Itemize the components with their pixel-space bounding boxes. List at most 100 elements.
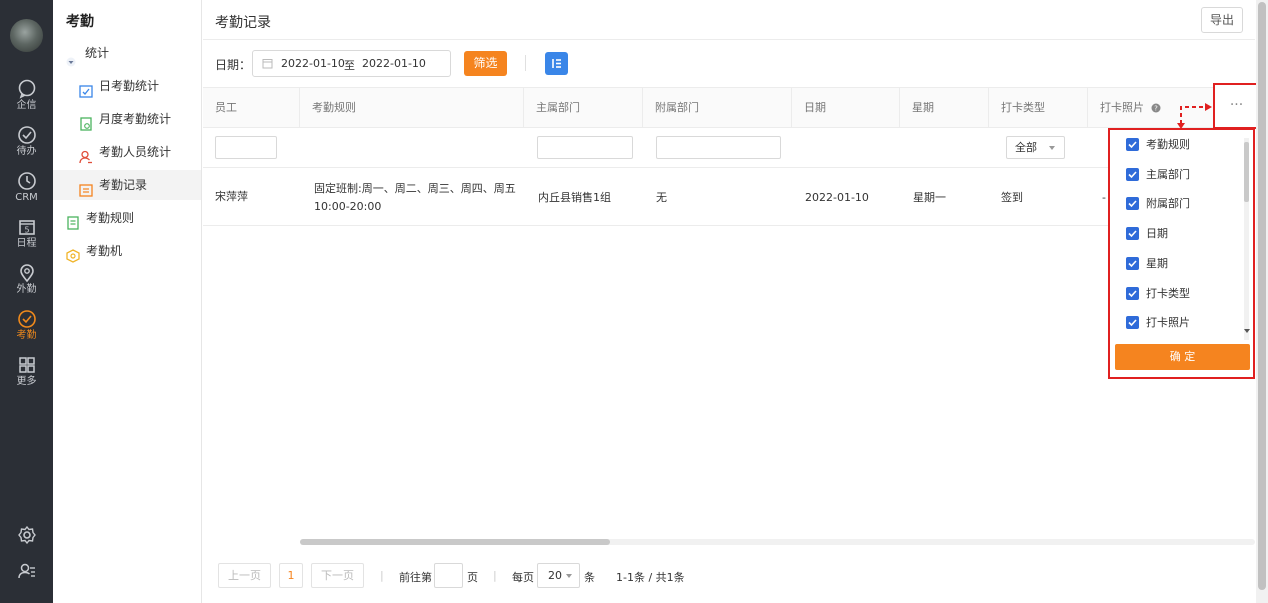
select-value: 20 — [548, 569, 562, 582]
svg-text:5: 5 — [24, 226, 29, 235]
rail-item-qixin[interactable]: 企信 — [0, 79, 53, 125]
menu-item-rules[interactable]: 考勤规则 — [53, 203, 201, 233]
main-dept-filter-input[interactable] — [537, 136, 633, 159]
user-settings-button[interactable] — [0, 561, 53, 585]
cell-date: 2022-01-10 — [805, 191, 869, 204]
rail-item-todo[interactable]: 待办 — [0, 125, 53, 171]
sub-dept-filter-input[interactable] — [656, 136, 781, 159]
checkbox-checked-icon[interactable] — [1126, 316, 1139, 329]
menu-item-machine[interactable]: 考勤机 — [53, 236, 201, 266]
page-scrollbar[interactable] — [1256, 0, 1268, 603]
column-header: 星期 — [900, 88, 989, 128]
day-stats-icon — [79, 79, 93, 98]
list-ordered-icon — [552, 59, 561, 68]
export-button[interactable]: 导出 — [1201, 7, 1243, 33]
column-option-label: 星期 — [1146, 257, 1168, 270]
date-end[interactable]: 2022-01-10 — [362, 57, 426, 70]
clock-icon — [17, 172, 36, 190]
menu-item-label: 日考勤统计 — [99, 79, 160, 93]
column-header: 打卡类型 — [989, 88, 1088, 128]
menu-title: 考勤 — [66, 14, 94, 30]
popup-scrollbar[interactable] — [1244, 138, 1249, 340]
menu-group-stats[interactable]: 统计 — [53, 38, 201, 68]
filter-button[interactable]: 筛选 — [464, 51, 507, 76]
goto-suffix: 页 — [467, 571, 478, 584]
menu-item-label: 考勤规则 — [86, 211, 135, 225]
divider — [203, 39, 1255, 40]
annotation-arrow — [1177, 103, 1212, 129]
confirm-button[interactable]: 确 定 — [1115, 344, 1250, 370]
prev-page-button[interactable]: 上一页 — [218, 563, 271, 588]
column-header: 员工 — [203, 88, 300, 128]
cell-punch-type: 签到 — [1001, 191, 1023, 204]
filter-row: 全部 — [203, 128, 1255, 168]
menu-item-person-stats[interactable]: 考勤人员统计 — [53, 137, 201, 167]
punch-type-filter-select[interactable]: 全部 — [1006, 136, 1065, 159]
next-page-button[interactable]: 下一页 — [311, 563, 364, 588]
rail-label: 考勤 — [16, 330, 37, 341]
checkbox-checked-icon[interactable] — [1126, 257, 1139, 270]
app-rail: 企信 待办 CRM 5 日程 外勤 考勤 更多 — [0, 0, 53, 603]
divider — [525, 55, 526, 71]
divider: | — [380, 569, 384, 582]
rules-icon — [66, 211, 80, 230]
per-page-select[interactable]: 20 — [537, 563, 580, 588]
attendance-icon — [17, 310, 36, 328]
date-start[interactable]: 2022-01-10 — [281, 57, 345, 70]
machine-icon — [66, 244, 80, 263]
horizontal-scrollbar[interactable] — [300, 539, 1255, 545]
main-content: 考勤记录 导出 日期： 2022-01-10 至 2022-01-10 筛选 员… — [203, 0, 1255, 603]
rail-item-more[interactable]: 更多 — [0, 355, 53, 401]
rail-label: 日程 — [16, 238, 37, 249]
rail-item-schedule[interactable]: 5 日程 — [0, 217, 53, 263]
checkbox-checked-icon[interactable] — [1126, 197, 1139, 210]
page-summary: 1-1条 / 共1条 — [616, 571, 685, 584]
rail-item-crm[interactable]: CRM — [0, 171, 53, 217]
rail-label: CRM — [15, 192, 38, 203]
cell-sub-dept: 无 — [656, 191, 667, 204]
scrollbar-thumb[interactable] — [1244, 142, 1249, 202]
calendar-icon: 5 — [18, 220, 35, 235]
page-number-current[interactable]: 1 — [279, 563, 303, 588]
menu-item-day-stats[interactable]: 日考勤统计 — [53, 71, 201, 101]
column-header: 主属部门 — [524, 88, 643, 128]
checkbox-checked-icon[interactable] — [1126, 168, 1139, 181]
table-row[interactable]: 宋萍萍 固定班制:周一、周二、周三、周四、周五 10:00-20:00 内丘县销… — [203, 168, 1255, 226]
column-option-label: 打卡类型 — [1146, 287, 1190, 300]
goto-page-input[interactable] — [434, 563, 463, 588]
cell-photo: - — [1102, 191, 1106, 204]
column-settings-button[interactable] — [545, 52, 568, 75]
cell-employee: 宋萍萍 — [215, 190, 248, 203]
grid-icon — [18, 357, 35, 373]
employee-filter-input[interactable] — [215, 136, 277, 159]
rail-label: 待办 — [16, 146, 37, 157]
user-list-icon — [17, 563, 35, 579]
scrollbar-thumb[interactable] — [300, 539, 610, 545]
scrollbar-thumb[interactable] — [1258, 2, 1266, 590]
menu-item-label: 考勤记录 — [99, 178, 148, 192]
page-title: 考勤记录 — [215, 15, 271, 31]
help-icon[interactable]: ? — [1151, 103, 1161, 113]
menu-item-label: 考勤机 — [86, 244, 123, 258]
chat-bubble-icon — [18, 79, 35, 99]
avatar[interactable] — [10, 19, 43, 52]
checkbox-checked-icon[interactable] — [1126, 227, 1139, 240]
checkbox-checked-icon[interactable] — [1126, 287, 1139, 300]
column-option-label: 日期 — [1146, 227, 1168, 240]
rail-item-attendance[interactable]: 考勤 — [0, 309, 53, 355]
scroll-down-arrow-icon[interactable] — [1244, 329, 1250, 333]
cell-rule-line1: 固定班制:周一、周二、周三、周四、周五 — [314, 182, 516, 195]
column-header-label: 打卡照片 — [1100, 101, 1144, 114]
checkbox-checked-icon[interactable] — [1126, 138, 1139, 151]
column-option-label: 考勤规则 — [1146, 138, 1190, 151]
date-range-picker[interactable]: 2022-01-10 至 2022-01-10 — [252, 50, 451, 77]
pagination: 上一页 1 下一页 | 前往第 页 | 每页 20 条 1-1条 / 共1条 — [203, 563, 1255, 589]
settings-button[interactable] — [0, 525, 53, 549]
menu-item-month-stats[interactable]: 月度考勤统计 — [53, 104, 201, 134]
menu-item-records[interactable]: 考勤记录 — [53, 170, 201, 200]
menu-item-label: 考勤人员统计 — [99, 145, 172, 159]
select-value: 全部 — [1015, 141, 1037, 154]
more-columns-button[interactable]: ··· — [1213, 83, 1260, 129]
record-icon — [79, 178, 93, 197]
rail-item-field[interactable]: 外勤 — [0, 263, 53, 309]
